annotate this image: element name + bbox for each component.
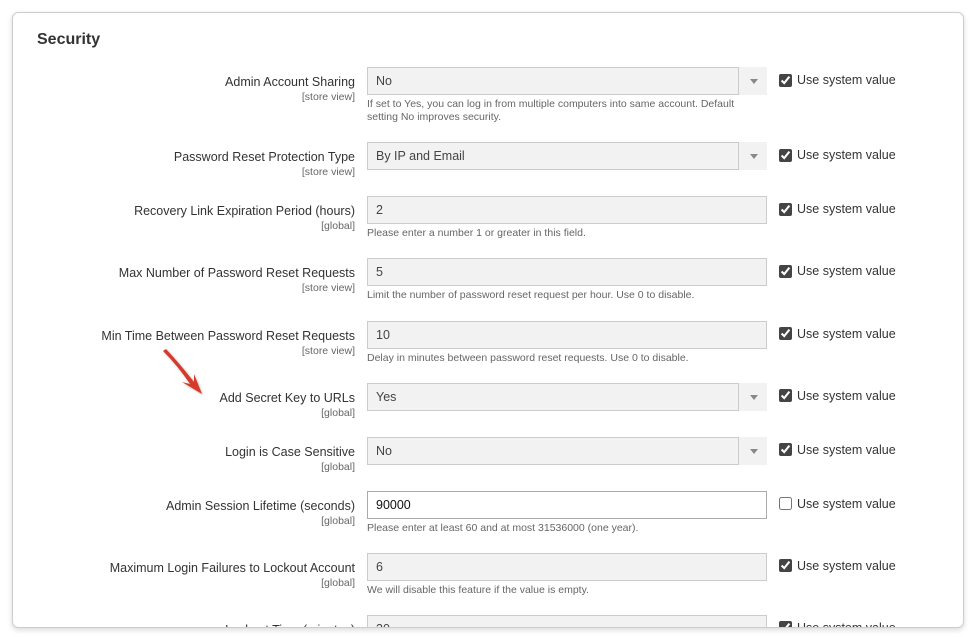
login-case-sensitive-select[interactable] [367,437,767,465]
min-time-between-reset-scope: [store view] [37,345,355,357]
admin-session-lifetime-label: Admin Session Lifetime (seconds) [166,499,355,513]
recovery-link-expiration-label: Recovery Link Expiration Period (hours) [134,204,355,218]
max-login-failures-label: Maximum Login Failures to Lockout Accoun… [110,561,355,575]
use-system-label: Use system value [797,73,896,87]
max-password-reset-input[interactable] [367,258,767,286]
admin-session-lifetime-input[interactable] [367,491,767,519]
max-password-reset-label: Max Number of Password Reset Requests [119,266,355,280]
add-secret-key-label: Add Secret Key to URLs [220,391,355,405]
admin-account-sharing-select[interactable] [367,67,767,95]
max-password-reset-help: Limit the number of password reset reque… [367,289,767,302]
admin-account-sharing-scope: [store view] [37,91,355,103]
admin-session-lifetime-scope: [global] [37,515,355,527]
use-system-label: Use system value [797,443,896,457]
field-row-max-password-reset: Max Number of Password Reset Requests [st… [37,258,939,302]
field-row-add-secret-key: Add Secret Key to URLs [global] Use system… [37,383,939,419]
use-system-label: Use system value [797,389,896,403]
admin-account-sharing-help: If set to Yes, you can log in from multi… [367,98,767,124]
password-reset-protection-use-system-checkbox[interactable] [779,149,792,162]
password-reset-protection-select[interactable] [367,142,767,170]
login-case-sensitive-scope: [global] [37,461,355,473]
admin-account-sharing-use-system-checkbox[interactable] [779,74,792,87]
add-secret-key-scope: [global] [37,407,355,419]
admin-account-sharing-label: Admin Account Sharing [225,75,355,89]
field-row-admin-session-lifetime: Admin Session Lifetime (seconds) [global]… [37,491,939,535]
min-time-between-reset-use-system-checkbox[interactable] [779,327,792,340]
lockout-time-use-system-checkbox[interactable] [779,621,792,628]
min-time-between-reset-label: Min Time Between Password Reset Requests [101,329,355,343]
lockout-time-label: Lockout Time (minutes) [225,623,355,628]
use-system-label: Use system value [797,327,896,341]
max-password-reset-scope: [store view] [37,282,355,294]
add-secret-key-use-system-checkbox[interactable] [779,389,792,402]
field-row-max-login-failures: Maximum Login Failures to Lockout Accoun… [37,553,939,597]
max-login-failures-input[interactable] [367,553,767,581]
admin-session-lifetime-help: Please enter at least 60 and at most 315… [367,522,767,535]
field-row-admin-account-sharing: Admin Account Sharing [store view] If set … [37,67,939,124]
login-case-sensitive-label: Login is Case Sensitive [225,445,355,459]
field-row-recovery-link-expiration: Recovery Link Expiration Period (hours) [… [37,196,939,240]
password-reset-protection-scope: [store view] [37,166,355,178]
min-time-between-reset-input[interactable] [367,321,767,349]
use-system-label: Use system value [797,264,896,278]
use-system-label: Use system value [797,148,896,162]
password-reset-protection-label: Password Reset Protection Type [174,150,355,164]
recovery-link-expiration-help: Please enter a number 1 or greater in th… [367,227,767,240]
add-secret-key-select[interactable] [367,383,767,411]
field-row-login-case-sensitive: Login is Case Sensitive [global] Use syste… [37,437,939,473]
login-case-sensitive-use-system-checkbox[interactable] [779,443,792,456]
max-login-failures-use-system-checkbox[interactable] [779,559,792,572]
admin-session-lifetime-use-system-checkbox[interactable] [779,497,792,510]
section-title: Security [37,31,939,49]
max-login-failures-help: We will disable this feature if the valu… [367,584,767,597]
use-system-label: Use system value [797,202,896,216]
field-row-min-time-between-reset: Min Time Between Password Reset Requests… [37,321,939,365]
recovery-link-expiration-scope: [global] [37,220,355,232]
use-system-label: Use system value [797,559,896,573]
min-time-between-reset-help: Delay in minutes between password reset … [367,352,767,365]
field-row-lockout-time: Lockout Time (minutes)[global]Use system… [37,615,939,628]
use-system-label: Use system value [797,621,896,628]
field-row-password-reset-protection: Password Reset Protection Type [store vie… [37,142,939,178]
recovery-link-expiration-use-system-checkbox[interactable] [779,203,792,216]
max-password-reset-use-system-checkbox[interactable] [779,265,792,278]
security-settings-panel: Security Admin Account Sharing [store vie… [12,12,964,628]
max-login-failures-scope: [global] [37,577,355,589]
use-system-label: Use system value [797,497,896,511]
lockout-time-input[interactable] [367,615,767,628]
recovery-link-expiration-input[interactable] [367,196,767,224]
